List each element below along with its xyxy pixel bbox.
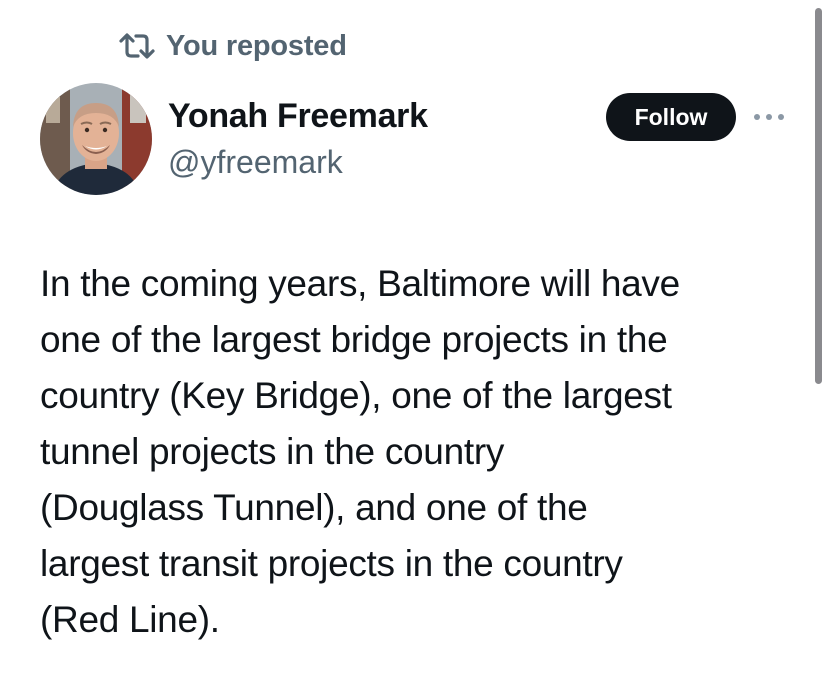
tweet-line: (Red Line).: [40, 599, 220, 640]
user-handle[interactable]: @yfreemark: [168, 139, 428, 185]
avatar[interactable]: [40, 83, 152, 195]
more-options-icon[interactable]: [752, 103, 786, 131]
scrollbar[interactable]: [815, 8, 822, 384]
follow-button[interactable]: Follow: [606, 93, 736, 141]
tweet-line: largest transit projects in the country: [40, 543, 623, 584]
repost-label: You reposted: [166, 29, 347, 62]
display-name[interactable]: Yonah Freemark: [168, 93, 428, 139]
tweet-text: In the coming years, Baltimore will have…: [40, 256, 800, 648]
tweet-line: tunnel projects in the country: [40, 431, 505, 472]
repost-icon: [118, 32, 156, 60]
tweet-line: In the coming years, Baltimore will have: [40, 263, 680, 304]
tweet-line: one of the largest bridge projects in th…: [40, 319, 668, 360]
tweet-line: country (Key Bridge), one of the largest: [40, 375, 672, 416]
tweet-line: (Douglass Tunnel), and one of the: [40, 487, 588, 528]
user-info[interactable]: Yonah Freemark @yfreemark: [168, 93, 428, 185]
repost-indicator: You reposted: [118, 26, 347, 66]
